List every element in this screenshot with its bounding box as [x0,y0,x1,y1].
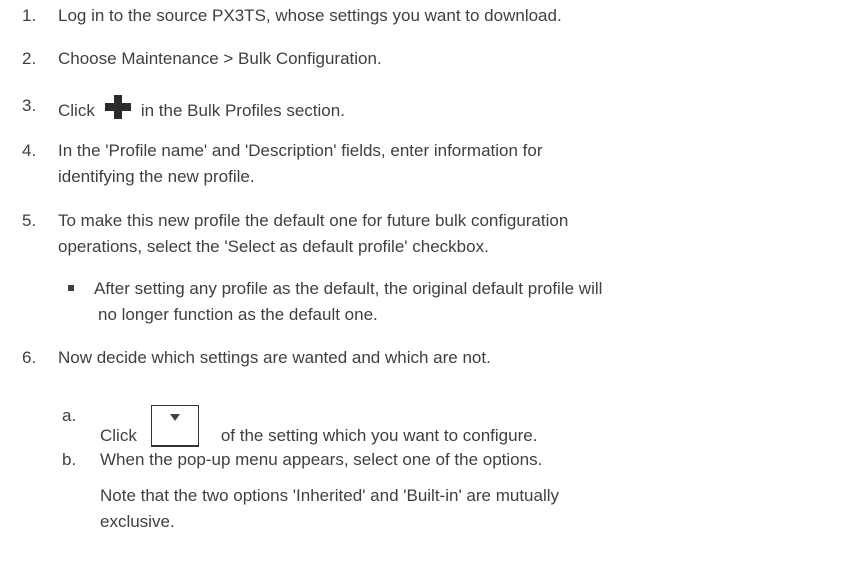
bullet-text-line1: After setting any profile as the default… [94,279,603,298]
step-number: 1. [22,6,37,25]
substep-text: When the pop-up menu appears, select one… [100,450,543,469]
step-number: 5. [22,211,37,230]
dropdown-arrow-icon [150,405,199,447]
step-number: 2. [22,49,37,68]
step-text: Choose Maintenance > Bulk Configuration. [58,49,382,68]
step-text-line1: To make this new profile the default one… [58,211,569,230]
plus-icon [104,95,131,119]
step-text-line2: identifying the new profile. [58,167,255,186]
step-text-after: in the Bulk Profiles section. [140,101,345,120]
step-text: Click in the Bulk Profiles section. [58,95,345,122]
step-text-line2: operations, select the 'Select as defaul… [58,237,489,256]
note-text-line2: exclusive. [100,512,175,531]
bullet-marker [68,285,74,291]
step-number: 6. [22,348,37,367]
bullet-text-line2: no longer function as the default one. [98,305,378,324]
note-text-line1: Note that the two options 'Inherited' an… [100,486,560,505]
substep-letter: a. [62,406,77,425]
step-text-before: Click [58,101,95,120]
step-text: Now decide which settings are wanted and… [58,348,491,367]
step-text: Log in to the source PX3TS, whose settin… [58,6,562,25]
step-number: 3. [22,96,37,115]
substep-text-before: Click [100,426,137,445]
substep-letter: b. [62,450,77,469]
substep-text-after: of the setting which you want to configu… [220,426,538,445]
substep-text: Click of the setting which you want to co… [100,405,537,447]
step-number: 4. [22,141,37,160]
step-text-line1: In the 'Profile name' and 'Description' … [58,141,543,160]
